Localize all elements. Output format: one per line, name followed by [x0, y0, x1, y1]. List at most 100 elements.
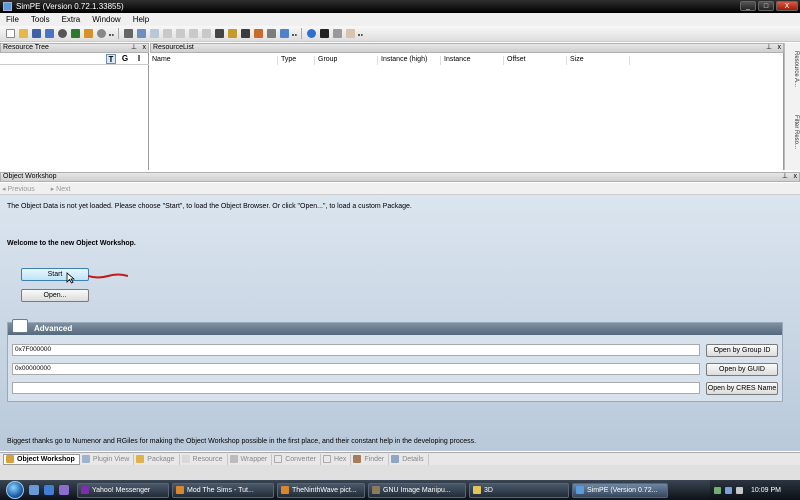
plugin-icon	[81, 455, 90, 463]
menu-window[interactable]: Window	[86, 15, 126, 24]
resource-list-title: ResourceList	[153, 44, 194, 51]
close-icon[interactable]: x	[143, 44, 147, 52]
save-icon[interactable]	[32, 29, 41, 38]
close-icon[interactable]: x	[778, 44, 782, 52]
open-button[interactable]: Open...	[21, 289, 89, 302]
open-icon[interactable]	[19, 29, 28, 38]
refresh-list-icon[interactable]	[137, 29, 146, 38]
ie-icon[interactable]	[44, 485, 54, 495]
dock-tab-resource-actions[interactable]: Resource A...	[787, 51, 799, 111]
sync-icon[interactable]	[307, 29, 316, 38]
column-group[interactable]: Group	[316, 56, 378, 65]
column-instance-high[interactable]: Instance (high)	[379, 56, 441, 65]
eraser-icon[interactable]	[346, 29, 355, 38]
cres-name-field[interactable]	[12, 382, 700, 394]
tree-instance-button[interactable]: I	[134, 54, 144, 64]
details-icon	[391, 455, 400, 463]
tab-object-workshop[interactable]: Object Workshop	[3, 453, 80, 465]
system-tray: 10:09 PM	[710, 480, 800, 500]
next-button[interactable]: ▸ Next	[51, 185, 79, 193]
people-icon[interactable]	[84, 29, 93, 38]
gimp-icon	[372, 486, 380, 494]
mouse-cursor-icon	[66, 272, 75, 284]
close-button[interactable]: X	[776, 1, 798, 11]
column-name[interactable]: Name	[150, 56, 278, 65]
save-as-icon[interactable]	[45, 29, 54, 38]
tab-package[interactable]: Package	[134, 453, 180, 465]
column-instance[interactable]: Instance	[442, 56, 504, 65]
lock-icon[interactable]	[124, 29, 133, 38]
start-button[interactable]: Start	[21, 268, 89, 281]
menu-tools[interactable]: Tools	[25, 15, 56, 24]
converter-icon	[274, 455, 283, 463]
resource-tree-title: Resource Tree	[3, 44, 49, 51]
tab-converter[interactable]: Converter	[272, 453, 321, 465]
tab-wrapper[interactable]: Wrapper	[228, 453, 273, 465]
toolbar-grip-icon[interactable]	[109, 34, 114, 38]
group-id-field[interactable]: 0x7F000000	[12, 344, 700, 356]
tools-icon[interactable]	[215, 29, 224, 38]
folder-icon	[473, 486, 481, 494]
task-3d[interactable]: 3D	[469, 482, 569, 498]
maximize-button[interactable]: □	[758, 1, 774, 11]
dock-tab-filter-resources[interactable]: Filter Reso...	[787, 115, 799, 165]
globe-icon[interactable]	[58, 29, 67, 38]
close-icon[interactable]: x	[794, 173, 798, 181]
edit-icon[interactable]	[267, 29, 276, 38]
menu-help[interactable]: Help	[127, 15, 155, 24]
tab-plugin-view[interactable]: Plugin View	[80, 453, 135, 465]
column-offset[interactable]: Offset	[505, 56, 567, 65]
toolbar-grip-icon[interactable]	[292, 34, 297, 38]
pin-icon[interactable]: ⊥	[782, 173, 788, 181]
show-desktop-icon[interactable]	[29, 485, 39, 495]
image-icon[interactable]	[254, 29, 263, 38]
guid-field[interactable]: 0x00000000	[12, 363, 700, 375]
open-by-group-id-button[interactable]: Open by Group ID	[706, 344, 778, 357]
column-size[interactable]: Size	[568, 56, 630, 65]
new-icon[interactable]	[6, 29, 15, 38]
switch-windows-icon[interactable]	[59, 485, 69, 495]
table-icon[interactable]	[202, 29, 211, 38]
task-yahoo-messenger[interactable]: Yahoo! Messenger	[77, 482, 169, 498]
camera-icon[interactable]	[241, 29, 250, 38]
open-by-guid-button[interactable]: Open by GUID	[706, 363, 778, 376]
grid-icon[interactable]	[163, 29, 172, 38]
folder-icon[interactable]	[228, 29, 237, 38]
pin-icon[interactable]: ⊥	[766, 44, 772, 52]
tab-hex[interactable]: Hex	[321, 453, 352, 465]
tray-icon[interactable]	[714, 486, 721, 494]
delete-icon[interactable]	[333, 29, 342, 38]
tree-group-button[interactable]: G	[120, 54, 130, 64]
right-dock: Resource A... Filter Reso...	[784, 43, 800, 170]
columns-icon[interactable]	[176, 29, 185, 38]
resource-list-panel: ResourceList ⊥ x Name Type Group Instanc…	[150, 43, 784, 170]
menu-extra[interactable]: Extra	[56, 15, 87, 24]
tab-resource[interactable]: Resource	[180, 453, 228, 465]
settings-icon[interactable]	[97, 29, 106, 38]
minimize-button[interactable]: _	[740, 1, 756, 11]
help-icon[interactable]	[280, 29, 289, 38]
tab-finder[interactable]: Finder	[351, 453, 390, 465]
start-button[interactable]	[6, 481, 24, 499]
task-mod-the-sims[interactable]: Mod The Sims - Tut...	[172, 482, 274, 498]
open-by-cres-name-button[interactable]: Open by CRES Name	[706, 382, 778, 395]
previous-button[interactable]: ◂ Previous	[2, 185, 43, 193]
view-icon[interactable]	[150, 29, 159, 38]
rows-icon[interactable]	[189, 29, 198, 38]
network-icon[interactable]	[725, 486, 732, 494]
toolbar-grip-icon[interactable]	[358, 34, 363, 38]
task-theninthwave[interactable]: TheNinthWave pict...	[277, 482, 365, 498]
volume-icon[interactable]	[736, 486, 743, 494]
task-gimp[interactable]: GNU Image Manipu...	[368, 482, 466, 498]
tab-details[interactable]: Details	[389, 453, 429, 465]
tree-type-button[interactable]: T	[106, 54, 116, 64]
pin-icon[interactable]: ⊥	[131, 44, 137, 52]
column-type[interactable]: Type	[279, 56, 315, 65]
advanced-title: Advanced	[34, 324, 73, 333]
person-icon[interactable]	[320, 29, 329, 38]
resource-icon	[181, 455, 190, 463]
menu-file[interactable]: File	[0, 15, 25, 24]
task-simpe[interactable]: SimPE (Version 0.72...	[572, 482, 668, 498]
object-icon[interactable]	[71, 29, 80, 38]
clock[interactable]: 10:09 PM	[751, 487, 781, 494]
